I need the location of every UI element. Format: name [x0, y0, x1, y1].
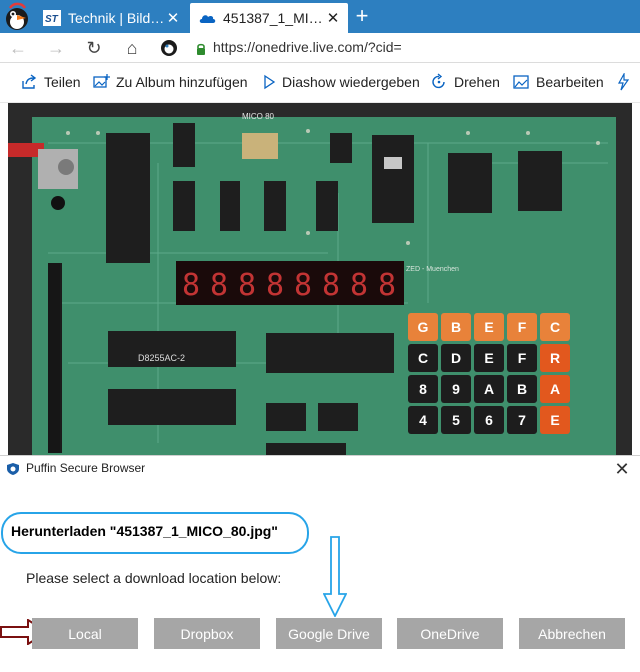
arrow-down-annotation-icon [322, 536, 348, 619]
keypad-key-label: E [484, 350, 493, 366]
dropbox-button[interactable]: Dropbox [154, 618, 260, 649]
share-icon [22, 74, 37, 89]
keypad-key-label: F [518, 319, 527, 335]
add-to-album-button[interactable]: Zu Album hinzufügen [92, 73, 248, 91]
keypad-key-label: E [484, 319, 493, 335]
keypad-key-label: B [451, 319, 461, 335]
tab-technik[interactable]: ST Technik | Bild… ✕ [35, 3, 188, 33]
tab-title: 451387_1_MI… [223, 10, 323, 26]
display-digit: 8 [378, 268, 396, 303]
chip-label: D8255AC-2 [138, 353, 185, 363]
keypad-key-label: 9 [452, 381, 460, 397]
add-to-album-label: Zu Album hinzufügen [116, 74, 248, 90]
display-digit: 8 [210, 268, 228, 303]
rotate-icon [432, 73, 445, 89]
url-field[interactable]: https://onedrive.live.com/?cid= [213, 39, 402, 55]
circuit-board-photo[interactable]: MICO 80 ZED - Muenchen 88888888 D8255AC-… [8, 103, 632, 455]
keypad-key-label: 4 [419, 412, 427, 428]
display-digit: 8 [266, 268, 284, 303]
slideshow-button[interactable]: Diashow wiedergeben [262, 73, 420, 91]
display-digit: 8 [238, 268, 256, 303]
keypad-key-label: G [418, 319, 429, 335]
address-bar-row: ← → ↻ ⌂ https://onedrive.live.com/?cid= [0, 33, 640, 63]
edit-label: Bearbeiten [536, 74, 604, 90]
download-prompt: Please select a download location below: [26, 570, 282, 586]
rotate-button[interactable]: Drehen [430, 73, 500, 91]
svg-text:ST: ST [45, 14, 59, 25]
reload-button[interactable]: ↻ [82, 37, 106, 59]
share-button[interactable]: Teilen [20, 73, 81, 91]
keypad-key-label: 6 [485, 412, 493, 428]
forward-button[interactable]: → [44, 37, 68, 59]
tab-title: Technik | Bild… [68, 10, 165, 26]
board-label-top: MICO 80 [242, 112, 275, 121]
keypad-key-label: A [550, 381, 560, 397]
board-label-mid: ZED - Muenchen [406, 266, 459, 273]
tab-onedrive-image[interactable]: 451387_1_MI… ✕ [190, 3, 348, 33]
tab-close-icon[interactable]: ✕ [326, 9, 340, 27]
keypad-key-label: 8 [419, 381, 427, 397]
keypad-key-label: A [484, 381, 494, 397]
cancel-button[interactable]: Abbrechen [519, 618, 625, 649]
keypad-key-label: R [550, 350, 560, 366]
download-heading: Herunterladen "451387_1_MICO_80.jpg" [11, 523, 278, 539]
dialog-window-title: Puffin Secure Browser [26, 461, 146, 475]
keypad-key-label: 5 [452, 412, 460, 428]
image-viewer: MICO 80 ZED - Muenchen 88888888 D8255AC-… [0, 103, 640, 455]
share-label: Teilen [44, 74, 81, 90]
local-button[interactable]: Local [32, 618, 138, 649]
display-digit: 8 [350, 268, 368, 303]
puffin-logo-icon[interactable] [0, 0, 34, 33]
keypad-key-label: C [550, 319, 560, 335]
rotate-label: Drehen [454, 74, 500, 90]
tab-close-icon[interactable]: ✕ [166, 9, 180, 27]
site-identity-icon[interactable] [160, 39, 178, 57]
lightning-icon [617, 73, 630, 91]
display-digit: 8 [294, 268, 312, 303]
st-favicon-icon: ST [43, 10, 61, 26]
keypad-key-label: E [550, 412, 559, 428]
onedrive-button[interactable]: OneDrive [397, 618, 503, 649]
keypad-key-label: D [451, 350, 461, 366]
onedrive-command-bar: Teilen Zu Album hinzufügen Diashow wiede… [0, 63, 640, 103]
dialog-title-bar: Puffin Secure Browser ✕ [0, 456, 640, 482]
home-button[interactable]: ⌂ [120, 37, 144, 59]
play-icon [264, 74, 276, 90]
add-to-album-icon [93, 74, 110, 88]
back-button[interactable]: ← [6, 37, 30, 59]
edit-button[interactable]: Bearbeiten [512, 73, 604, 91]
keypad-key-label: C [418, 350, 428, 366]
new-tab-button[interactable]: + [350, 5, 374, 29]
display-digit: 8 [322, 268, 340, 303]
onedrive-cloud-icon [198, 10, 216, 26]
google-drive-button[interactable]: Google Drive [276, 618, 382, 649]
puffin-shield-icon [6, 462, 20, 476]
slideshow-label: Diashow wiedergeben [282, 74, 420, 90]
lock-icon [196, 42, 206, 55]
browser-tab-strip: ST Technik | Bild… ✕ 451387_1_MI… ✕ + [0, 0, 640, 33]
keypad-key-label: F [518, 350, 527, 366]
dialog-close-button[interactable]: ✕ [612, 458, 632, 480]
download-dialog: Puffin Secure Browser ✕ Herunterladen "4… [0, 455, 640, 672]
edit-image-icon [513, 75, 529, 89]
screenshot-root: ST Technik | Bild… ✕ 451387_1_MI… ✕ + ← … [0, 0, 640, 672]
more-actions-button[interactable] [616, 73, 636, 91]
keypad-key-label: 7 [518, 412, 526, 428]
display-digit: 8 [182, 268, 200, 303]
keypad-key-label: B [517, 381, 527, 397]
